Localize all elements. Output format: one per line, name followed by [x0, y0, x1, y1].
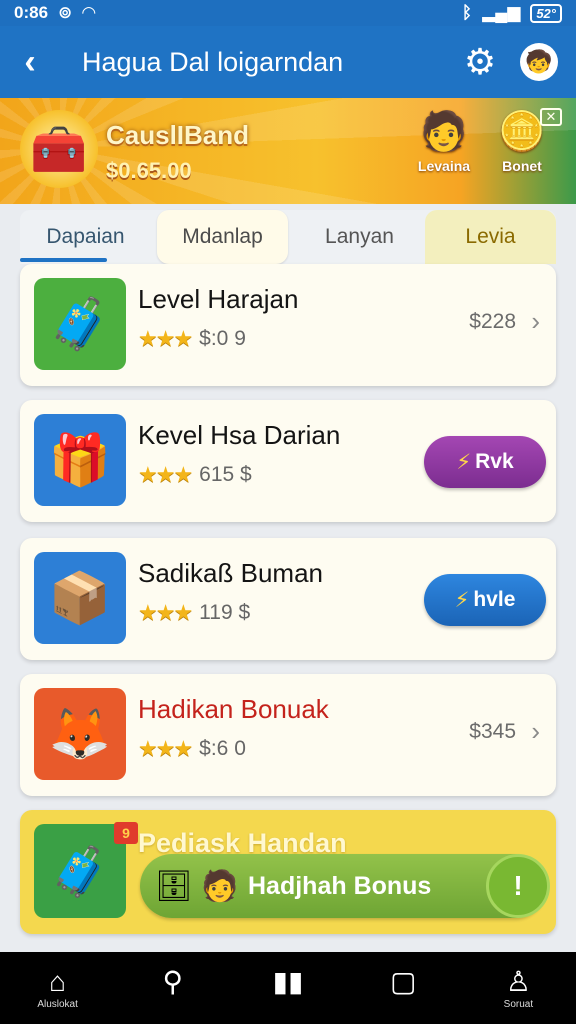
star-rating: ★★★: [138, 736, 193, 761]
chip-label: Bonet: [502, 158, 542, 174]
item-meta: 615 $: [199, 463, 252, 486]
avatar-icon: 🧒: [525, 49, 553, 74]
button-label: hvle: [473, 588, 516, 611]
list-item[interactable]: 🧳 Level Harajan ★★★ $:0 9 $228 ›: [20, 264, 556, 386]
tab-levia[interactable]: Levia: [425, 210, 556, 264]
character-icon: 🧑: [201, 869, 239, 903]
notification-icon: ⊚: [58, 3, 73, 22]
back-button[interactable]: ‹: [0, 26, 60, 98]
item-title: Hadikan Bonuak: [138, 694, 329, 724]
search-icon: ⚲: [162, 966, 184, 997]
settings-button[interactable]: ⚙: [450, 26, 510, 98]
signal-icon: ▂▄▆: [482, 3, 521, 22]
suitcase-icon: 🧳: [34, 824, 126, 918]
item-price: $228: [469, 310, 516, 333]
tab-mdanlap[interactable]: Mdanlap: [157, 210, 288, 264]
bonus-button-label: Hadjhah Bonus: [248, 871, 432, 900]
fox-icon: 🦊: [34, 688, 126, 780]
status-bar: 0:86 ⊚ ◠ ᛒ ▂▄▆ 52°: [0, 0, 576, 26]
promo-banner[interactable]: 🧰 CauslIBand $0.65.00 🧑 Levaina 🪙 Bonet …: [0, 98, 576, 204]
item-price: $345: [469, 720, 516, 743]
item-meta: $:6 0: [199, 737, 246, 760]
banner-levels-chip[interactable]: 🧑 Levaina: [404, 110, 484, 174]
chevron-left-icon: ‹: [24, 42, 36, 81]
nav-label: Soruat: [503, 999, 534, 1010]
nav-label: Aluslokat: [37, 999, 78, 1010]
bluetooth-icon: ᛒ: [461, 3, 473, 22]
bonus-button[interactable]: 🗄 🧑 Hadjhah Bonus !: [140, 854, 550, 918]
nav-library[interactable]: ▮▮: [230, 952, 345, 1024]
close-banner-button[interactable]: ✕: [540, 108, 562, 126]
promo-card[interactable]: 🧳 9 Pediask Handan 🗄 🧑 Hadjhah Bonus !: [20, 810, 556, 934]
nav-home[interactable]: ⌂ Aluslokat: [0, 952, 115, 1024]
item-meta: 119 $: [199, 601, 251, 624]
toolbox-icon: 🧳: [34, 278, 126, 370]
list-item[interactable]: 🦊 Hadikan Bonuak ★★★ $:6 0 $345 ›: [20, 674, 556, 796]
avatar[interactable]: 🧒: [520, 43, 558, 81]
home-icon: ⌂: [49, 966, 67, 997]
tab-lanyan[interactable]: Lanyan: [294, 210, 425, 264]
nav-profile[interactable]: ♙ Soruat: [461, 952, 576, 1024]
character-icon: 🧑: [420, 111, 468, 153]
item-title: Sadikaß Buman: [138, 558, 323, 588]
page-title: Hagua Dal loigarndan: [82, 46, 344, 77]
wifi-icon: ◠: [82, 3, 96, 22]
lightning-icon: ⚡: [456, 450, 472, 474]
treasure-chest-icon: 🧰: [20, 110, 98, 188]
nav-calendar[interactable]: ▢: [346, 952, 461, 1024]
bottom-nav: ⌂ Aluslokat ⚲ ▮▮ ▢ ♙ Soruat: [0, 952, 576, 1024]
star-rating: ★★★: [138, 326, 193, 351]
package-icon: 🗄: [154, 869, 194, 903]
item-meta: $:0 9: [199, 327, 246, 350]
list-item[interactable]: 🎁 Kevel Hsa Darian ★★★ 615 $ ⚡ Rvk: [20, 400, 556, 522]
button-label: Rvk: [475, 450, 514, 473]
star-rating: ★★★: [138, 600, 193, 625]
gear-icon: ⚙: [463, 41, 497, 82]
tab-dapaian[interactable]: Dapaian: [20, 210, 151, 264]
calendar-icon: ▢: [389, 966, 417, 997]
book-icon: ▮▮: [272, 966, 304, 997]
go-button[interactable]: !: [486, 854, 550, 918]
star-rating: ★★★: [138, 462, 193, 487]
chip-label: Levaina: [417, 158, 471, 174]
clock: 0:86: [14, 3, 49, 22]
nav-search[interactable]: ⚲: [115, 952, 230, 1024]
lightning-icon: ⚡: [454, 588, 470, 612]
banner-title: CauslIBand: [106, 120, 250, 150]
chevron-right-icon[interactable]: ›: [531, 306, 540, 337]
item-title: Level Harajan: [138, 284, 299, 314]
claim-button[interactable]: ⚡ hvle: [424, 574, 546, 626]
profile-icon: ♙: [505, 966, 531, 997]
list-item[interactable]: 📦 Sadikaß Buman ★★★ 119 $ ⚡ hvle: [20, 538, 556, 660]
claim-button[interactable]: ⚡ Rvk: [424, 436, 546, 488]
app-bar: ‹ Hagua Dal loigarndan ⚙ 🧒: [0, 26, 576, 98]
chevron-right-icon[interactable]: ›: [531, 716, 540, 747]
battery-indicator: 52°: [530, 3, 562, 23]
count-badge: 9: [114, 822, 138, 844]
gift-icon: 🎁: [34, 414, 126, 506]
gift-box-icon: 📦: [34, 552, 126, 644]
banner-amount: $0.65.00: [106, 158, 192, 183]
tab-bar: Dapaian Mdanlap Lanyan Levia: [20, 210, 556, 264]
item-title: Kevel Hsa Darian: [138, 420, 341, 450]
